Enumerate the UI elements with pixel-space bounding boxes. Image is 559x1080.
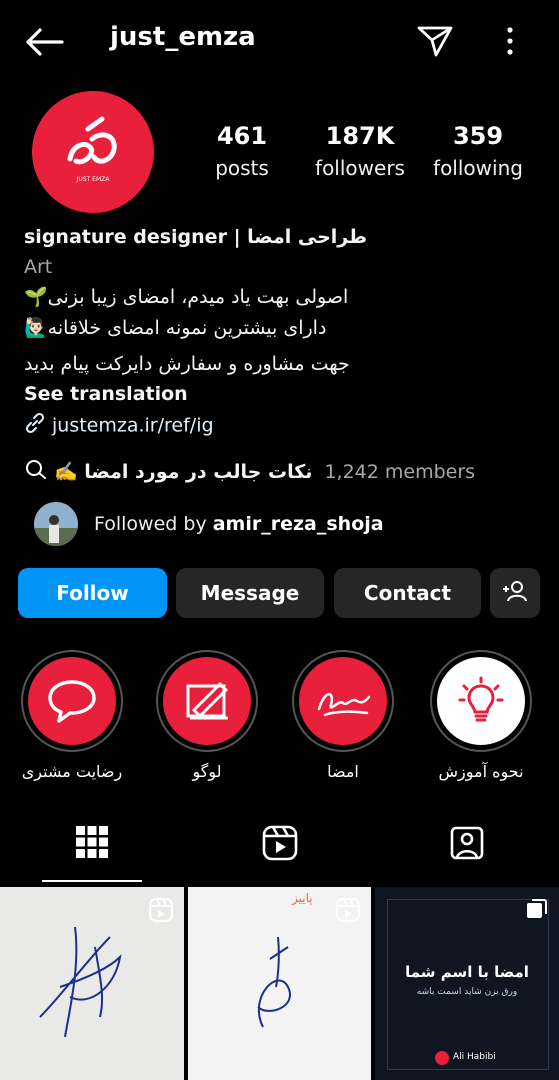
- stat-followers[interactable]: 187K followers: [310, 122, 410, 180]
- add-person-icon: [501, 579, 529, 608]
- highlight-logo[interactable]: لوگو: [156, 650, 258, 781]
- grid-post[interactable]: [0, 887, 184, 1080]
- channel-members: 1,242 members: [324, 460, 476, 483]
- channel-icon: [24, 458, 48, 485]
- suggested-users-button[interactable]: [490, 568, 540, 618]
- stat-following-label: following: [433, 156, 523, 180]
- highlight-ring: [21, 650, 123, 752]
- back-arrow-icon[interactable]: [24, 26, 64, 58]
- signature-icon: [299, 657, 387, 745]
- link-icon: [24, 412, 46, 439]
- bio-link-text: justemza.ir/ref/ig: [52, 414, 214, 437]
- tile-footer: Ali Habibi: [453, 1052, 496, 1062]
- follow-button[interactable]: Follow: [18, 568, 167, 618]
- followed-by-text: Followed by amir_reza_shoja: [94, 513, 384, 535]
- design-tools-icon: [163, 657, 251, 745]
- highlight-label: امضا: [327, 762, 359, 781]
- highlight-label: لوگو: [192, 762, 222, 781]
- followed-by-prefix: Followed by: [94, 513, 213, 535]
- bio-category: Art: [24, 256, 53, 278]
- highlight-signature[interactable]: امضا: [292, 650, 394, 781]
- stat-followers-value: 187K: [325, 122, 395, 150]
- stat-followers-label: followers: [315, 156, 405, 180]
- broadcast-channel[interactable]: نکات جالب در مورد امضا ✍️ 1,242 members: [24, 458, 475, 485]
- top-bar: just_emza: [0, 0, 559, 80]
- message-button[interactable]: Message: [176, 568, 324, 618]
- carousel-icon: [525, 897, 549, 925]
- contact-button[interactable]: Contact: [334, 568, 481, 618]
- reel-icon: [148, 897, 174, 927]
- highlight-ring: [430, 650, 532, 752]
- grid-tab-icon[interactable]: [74, 824, 110, 864]
- grid-post[interactable]: امضا با اسم شما ورق بزن شاید اسمت باشه A…: [375, 887, 559, 1080]
- avatar-logo-text: JUST EMZA: [76, 176, 111, 183]
- highlight-how-to-learn[interactable]: نحوه آموزش: [430, 650, 532, 781]
- tile-subcaption: ورق بزن شاید اسمت باشه: [416, 987, 518, 997]
- bio-line-1: اصولی بهت یاد میدم، امضای زیبا بزنی🌱: [24, 286, 349, 308]
- bio-line-2: دارای بیشترین نمونه امضای خلاقانه🙋🏻‍♂️: [24, 317, 327, 339]
- stat-posts-value: 461: [216, 122, 268, 150]
- bio-link[interactable]: justemza.ir/ref/ig: [24, 412, 214, 439]
- highlight-customer-satisfaction[interactable]: رضایت مشتری: [21, 650, 123, 781]
- stat-following-value: 359: [452, 122, 504, 150]
- bio-name: طراحی امضا | signature designer: [24, 226, 368, 248]
- stat-following[interactable]: 359 following: [428, 122, 528, 180]
- active-tab-indicator: [42, 880, 142, 882]
- highlight-ring: [292, 650, 394, 752]
- followed-by[interactable]: Followed by amir_reza_shoja: [34, 502, 484, 546]
- followed-by-user: amir_reza_shoja: [212, 513, 384, 535]
- send-message-icon[interactable]: [416, 24, 454, 58]
- stat-posts[interactable]: 461 posts: [205, 122, 279, 180]
- bio-line-3: جهت مشاوره و سفارش دایرکت پیام بدید: [24, 353, 350, 375]
- lightbulb-icon: [437, 657, 525, 745]
- see-translation-link[interactable]: See translation: [24, 383, 188, 405]
- tile-caption: پاییز: [292, 891, 313, 905]
- more-options-icon[interactable]: [496, 24, 524, 58]
- stat-posts-label: posts: [215, 156, 269, 180]
- speech-bubble-icon: [28, 657, 116, 745]
- highlight-label: رضایت مشتری: [21, 762, 123, 781]
- profile-tabs: [0, 810, 559, 882]
- tile-caption: امضا با اسم شما: [405, 963, 529, 981]
- tagged-tab-icon[interactable]: [448, 824, 486, 866]
- profile-avatar[interactable]: JUST EMZA: [32, 91, 154, 213]
- tile-brand-icon: [435, 1051, 449, 1065]
- grid-post[interactable]: پاییز: [188, 887, 371, 1080]
- reel-icon: [335, 897, 361, 927]
- highlight-ring: [156, 650, 258, 752]
- highlight-label: نحوه آموزش: [438, 762, 524, 781]
- follower-avatar: [34, 502, 78, 546]
- reels-tab-icon[interactable]: [261, 824, 299, 866]
- profile-username: just_emza: [110, 22, 256, 52]
- channel-name: نکات جالب در مورد امضا ✍️: [54, 461, 313, 483]
